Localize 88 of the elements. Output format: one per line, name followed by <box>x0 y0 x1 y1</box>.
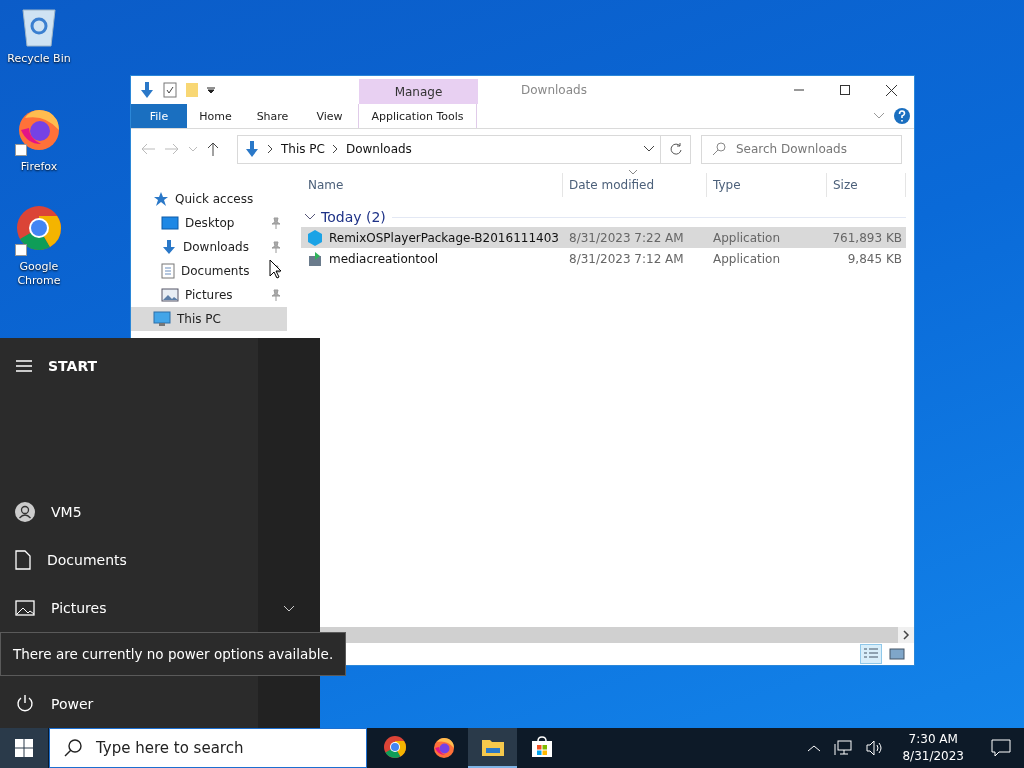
clock-time[interactable]: 7:30 AM <box>908 731 958 748</box>
nav-item[interactable]: Documents <box>131 259 287 283</box>
address-bar[interactable]: This PC Downloads <box>237 134 661 164</box>
chrome-icon[interactable] <box>15 204 63 256</box>
pin-icon[interactable] <box>271 241 281 253</box>
refresh-icon <box>669 143 682 155</box>
context-tab-header[interactable]: Manage <box>359 79 478 104</box>
nav-item[interactable]: Desktop <box>131 211 287 235</box>
ribbon-tab[interactable]: File <box>131 104 187 128</box>
menu-icon[interactable] <box>16 360 32 372</box>
pictures-icon <box>15 600 35 616</box>
speech-bubble-icon <box>991 739 1011 757</box>
breadcrumb[interactable]: Downloads <box>345 142 412 156</box>
pin-icon[interactable] <box>271 217 281 229</box>
dropdown-icon[interactable] <box>207 86 215 94</box>
help-icon[interactable] <box>894 108 910 124</box>
column-header[interactable]: Date modified <box>563 173 707 197</box>
desktop-icon-label[interactable]: Firefox <box>7 160 71 174</box>
download-icon <box>244 140 260 158</box>
download-icon[interactable] <box>139 81 155 99</box>
file-row[interactable]: mediacreationtool 8/31/2023 7:12 AM Application 9,845 KB <box>301 248 906 269</box>
windows-logo-icon <box>15 739 33 757</box>
search-field[interactable]: Search Downloads <box>701 134 902 164</box>
desktop-icon-label[interactable]: Recycle Bin <box>7 52 71 66</box>
ribbon-tab[interactable]: Application Tools <box>358 104 477 128</box>
start-menu-item[interactable]: Pictures <box>0 584 258 632</box>
start-menu-item[interactable]: Power <box>0 680 258 728</box>
breadcrumb[interactable]: This PC <box>281 142 325 156</box>
store-bag-icon <box>530 736 553 758</box>
user-avatar-icon <box>15 502 35 522</box>
chevron-icon[interactable] <box>268 145 273 153</box>
file-type: Application <box>713 251 781 266</box>
date-modified: 8/31/2023 7:12 AM <box>569 251 684 266</box>
computer-icon <box>153 311 171 327</box>
search-icon <box>64 739 82 757</box>
document-icon <box>15 550 31 570</box>
nav-item[interactable]: Pictures <box>131 283 287 307</box>
start-button[interactable] <box>0 728 48 768</box>
document-icon <box>161 263 175 279</box>
maximize-icon <box>840 85 850 95</box>
refresh-button[interactable] <box>661 134 691 164</box>
desktop-icon <box>161 216 179 230</box>
start-menu-item[interactable]: Documents <box>0 536 258 584</box>
dropdown-icon[interactable] <box>644 146 654 152</box>
taskbar-search-field[interactable]: Type here to search <box>49 728 367 768</box>
firefox-icon <box>431 735 456 759</box>
mouse-pointer-icon <box>269 259 283 279</box>
expand-ribbon-icon[interactable] <box>874 113 884 119</box>
minimize-icon <box>794 89 804 91</box>
chrome-icon <box>382 735 407 759</box>
file-name: mediacreationtool <box>329 251 439 266</box>
taskbar-app-button[interactable] <box>468 728 517 768</box>
close-icon <box>885 84 897 96</box>
file-size: 761,893 KB <box>832 230 902 245</box>
nav-item[interactable]: Quick access <box>131 187 287 211</box>
group-heading[interactable]: Today (2) <box>321 209 386 225</box>
nav-item[interactable]: Downloads <box>131 235 287 259</box>
desktop-icon-label[interactable]: Google Chrome <box>7 260 71 288</box>
power-icon <box>15 694 35 714</box>
pin-icon[interactable] <box>271 289 281 301</box>
pictures-icon <box>161 288 179 302</box>
file-row[interactable]: RemixOSPlayerPackage-B2016111403 8/31/2023 7:22 AM Application 761,893 KB <box>301 227 906 248</box>
date-modified: 8/31/2023 7:22 AM <box>569 230 684 245</box>
file-size: 9,845 KB <box>847 251 902 266</box>
chevron-icon[interactable] <box>332 145 338 153</box>
details-view-icon <box>863 647 879 661</box>
large-icons-view-icon <box>889 648 905 660</box>
installer-icon <box>307 250 323 267</box>
properties-icon[interactable] <box>163 82 177 98</box>
file-type: Application <box>713 230 781 245</box>
start-menu-item[interactable]: VM5 <box>0 488 258 536</box>
folder-icon <box>480 737 505 757</box>
file-name: RemixOSPlayerPackage-B2016111403 <box>329 230 559 245</box>
chevron-down-icon[interactable] <box>284 606 294 612</box>
tooltip: There are currently no power options available. <box>0 632 346 676</box>
column-header[interactable]: Type <box>707 173 827 197</box>
column-header[interactable]: Size <box>827 173 906 197</box>
nav-item[interactable]: This PC <box>131 307 287 331</box>
star-icon <box>153 191 169 207</box>
hexagon-icon <box>307 229 323 246</box>
search-icon <box>712 142 726 156</box>
start-title: START <box>48 358 98 374</box>
download-icon <box>161 239 177 255</box>
column-header[interactable]: Name <box>305 173 563 197</box>
up-arrow-icon[interactable] <box>207 142 219 156</box>
window-title: Downloads <box>521 83 587 97</box>
collapse-icon[interactable] <box>305 214 315 220</box>
clock-date[interactable]: 8/31/2023 <box>902 748 964 765</box>
